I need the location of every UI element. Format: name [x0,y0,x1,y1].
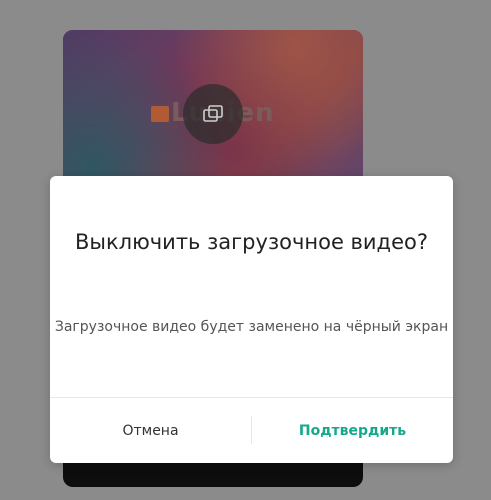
disable-boot-video-dialog: Выключить загрузочное видео? Загрузочное… [50,176,453,463]
cancel-button[interactable]: Отмена [50,398,251,463]
dialog-title: Выключить загрузочное видео? [75,230,428,254]
layers-icon [203,105,223,122]
dialog-message: Загрузочное видео будет заменено на чёрн… [54,319,449,335]
confirm-button[interactable]: Подтвердить [252,398,453,463]
preview-center-button[interactable] [183,84,243,144]
logo-mark [151,106,169,122]
